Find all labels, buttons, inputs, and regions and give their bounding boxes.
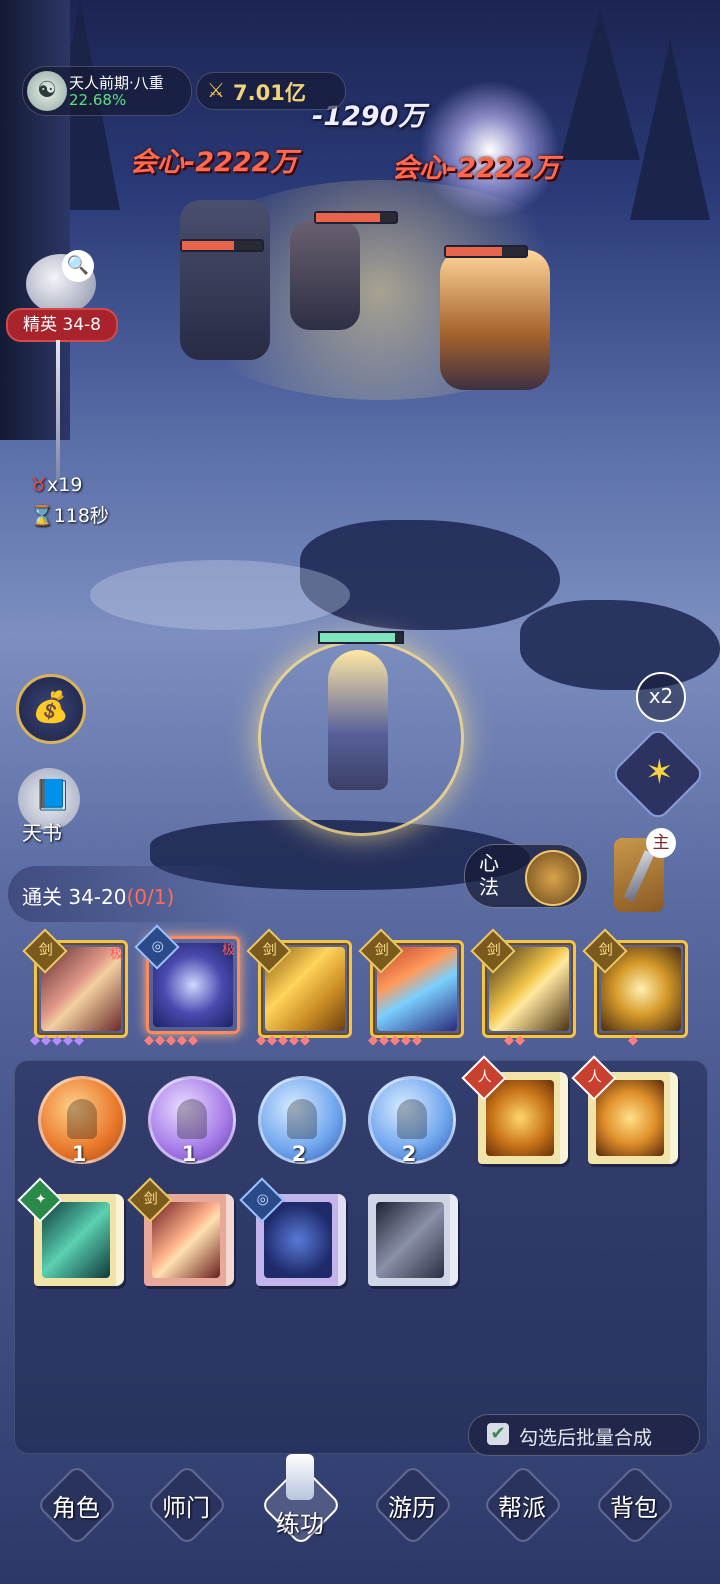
realm-panel[interactable]: ☯ 天人前期·八重 22.68% <box>22 66 192 116</box>
quality-mark: 极 <box>221 943 235 958</box>
skill-card[interactable]: 剑 <box>246 928 352 1038</box>
skill-book[interactable]: 人 <box>571 1055 678 1164</box>
xinfa-disc-icon <box>525 850 581 906</box>
skill-card[interactable]: 剑 <box>582 928 688 1038</box>
enemy-sprite <box>440 250 550 390</box>
time-remaining-value: 118秒 <box>53 505 109 527</box>
ground-crack <box>300 520 560 630</box>
orb-count: 1 <box>71 1142 87 1166</box>
enemy-sprite <box>180 200 270 360</box>
book-icon: 📘 <box>34 778 72 813</box>
training-post-icon <box>286 1454 314 1500</box>
stage-progress-line <box>56 340 60 480</box>
nav-training[interactable]: 练功 <box>259 1454 343 1547</box>
figure-icon <box>287 1099 317 1139</box>
auto-skill-button[interactable]: ✶ <box>609 725 707 823</box>
skill-book[interactable]: 人 <box>461 1055 568 1164</box>
nav-sect[interactable]: 师门 <box>145 1463 229 1547</box>
sword-icon <box>152 1202 220 1278</box>
nav-role[interactable]: 角色 <box>35 1463 119 1547</box>
blade-icon <box>376 1202 444 1278</box>
sage-avatar-icon: ☯ <box>27 71 67 111</box>
nav-label: 角色 <box>52 1494 100 1522</box>
realm-progress: 22.68% <box>69 91 127 109</box>
figure-icon <box>397 1099 427 1139</box>
nav-label: 师门 <box>162 1494 210 1522</box>
crit-damage-number: 会心-2222万 <box>130 147 298 178</box>
scroll-icon <box>42 1202 110 1278</box>
orb-count: 1 <box>181 1142 197 1166</box>
money-bag-icon: 💰 <box>32 690 70 725</box>
nav-label: 背包 <box>610 1494 658 1522</box>
xinfa-button[interactable]: 心法 <box>464 844 588 908</box>
enemy-hp-bar <box>314 211 398 224</box>
pine-tree <box>560 10 640 160</box>
checkbox[interactable]: ✔ <box>487 1423 509 1445</box>
skill-card[interactable]: 剑 极 <box>22 928 128 1038</box>
dagger-icon <box>624 850 654 902</box>
stage-badge[interactable]: 精英 34-8 <box>6 308 118 342</box>
skill-book[interactable]: 剑 <box>127 1177 234 1286</box>
combat-power: ⚔ 7.01亿 <box>196 72 346 110</box>
enemy-hp-bar <box>444 245 528 258</box>
time-remaining: ⌛118秒 <box>30 501 109 528</box>
nav-label: 练功 <box>276 1510 324 1538</box>
nav-guild[interactable]: 帮派 <box>481 1463 565 1547</box>
crossed-swords-icon: ⚔ <box>207 78 225 102</box>
enemy-sprite <box>290 220 360 330</box>
main-weapon-slot[interactable]: 主 <box>614 828 676 912</box>
nav-label: 游历 <box>388 1494 436 1522</box>
skill-card[interactable]: 剑 <box>358 928 464 1038</box>
figure-icon <box>67 1099 97 1139</box>
enemy-hp-bar <box>180 239 264 252</box>
hero-sprite <box>328 650 388 790</box>
main-badge: 主 <box>646 828 676 858</box>
skill-card[interactable]: ◎ 极 <box>134 924 240 1034</box>
treasure-bag-button[interactable]: 💰 <box>16 674 86 744</box>
orb-count: 2 <box>401 1142 417 1166</box>
ground-crack <box>520 600 720 690</box>
star-gems: ◆◆◆◆◆ <box>30 1033 85 1048</box>
tianshu-label: 天书 <box>22 821 62 845</box>
skill-book[interactable]: ✦ <box>17 1177 124 1286</box>
demon-skull-icon: ♉ <box>30 474 48 496</box>
realm-title: 天人前期·八重 <box>69 74 164 92</box>
hero-hp-bar <box>318 631 404 644</box>
crit-damage-number: 会心-2222万 <box>392 153 560 184</box>
clear-objective: 通关 34-20(0/1) <box>8 866 248 922</box>
lotus-icon <box>596 1080 664 1156</box>
nav-travel[interactable]: 游历 <box>371 1463 455 1547</box>
star-gems: ◆ <box>628 1033 639 1048</box>
skill-card[interactable]: 剑 <box>470 928 576 1038</box>
star-gems: ◆◆◆◆◆ <box>256 1033 311 1048</box>
batch-synthesize-toggle[interactable]: ✔ 勾选后批量合成 <box>468 1414 700 1456</box>
batch-synthesize-label: 勾选后批量合成 <box>519 1427 653 1449</box>
quality-mark: 极 <box>109 947 123 962</box>
skill-book[interactable]: ◎ <box>239 1177 346 1286</box>
clear-objective-label: 通关 34-20 <box>22 885 127 909</box>
player-hero <box>258 620 464 836</box>
speed-toggle-button[interactable]: x2 <box>636 672 686 722</box>
kill-count-value: x19 <box>47 474 83 496</box>
nav-bag[interactable]: 背包 <box>593 1463 677 1547</box>
magnifier-icon[interactable]: 🔍 <box>62 250 94 282</box>
hourglass-icon: ⌛ <box>30 505 54 527</box>
star-icon: ✶ <box>645 752 674 793</box>
constellation-icon <box>264 1202 332 1278</box>
nav-label: 帮派 <box>498 1494 546 1522</box>
star-gems: ◆◆ <box>504 1033 526 1048</box>
pine-tree <box>630 40 710 220</box>
kill-count: ♉x19 <box>30 474 82 496</box>
orb-count: 2 <box>291 1142 307 1166</box>
star-gems: ◆◆◆◆◆ <box>368 1033 423 1048</box>
combat-power-value: 7.01亿 <box>233 81 306 105</box>
clear-objective-progress: (0/1) <box>126 885 175 909</box>
skill-book[interactable] <box>368 1194 458 1286</box>
figure-icon <box>177 1099 207 1139</box>
star-gems: ◆◆◆◆◆ <box>144 1033 199 1048</box>
buddha-icon <box>486 1080 554 1156</box>
xinfa-label: 心法 <box>479 851 499 899</box>
